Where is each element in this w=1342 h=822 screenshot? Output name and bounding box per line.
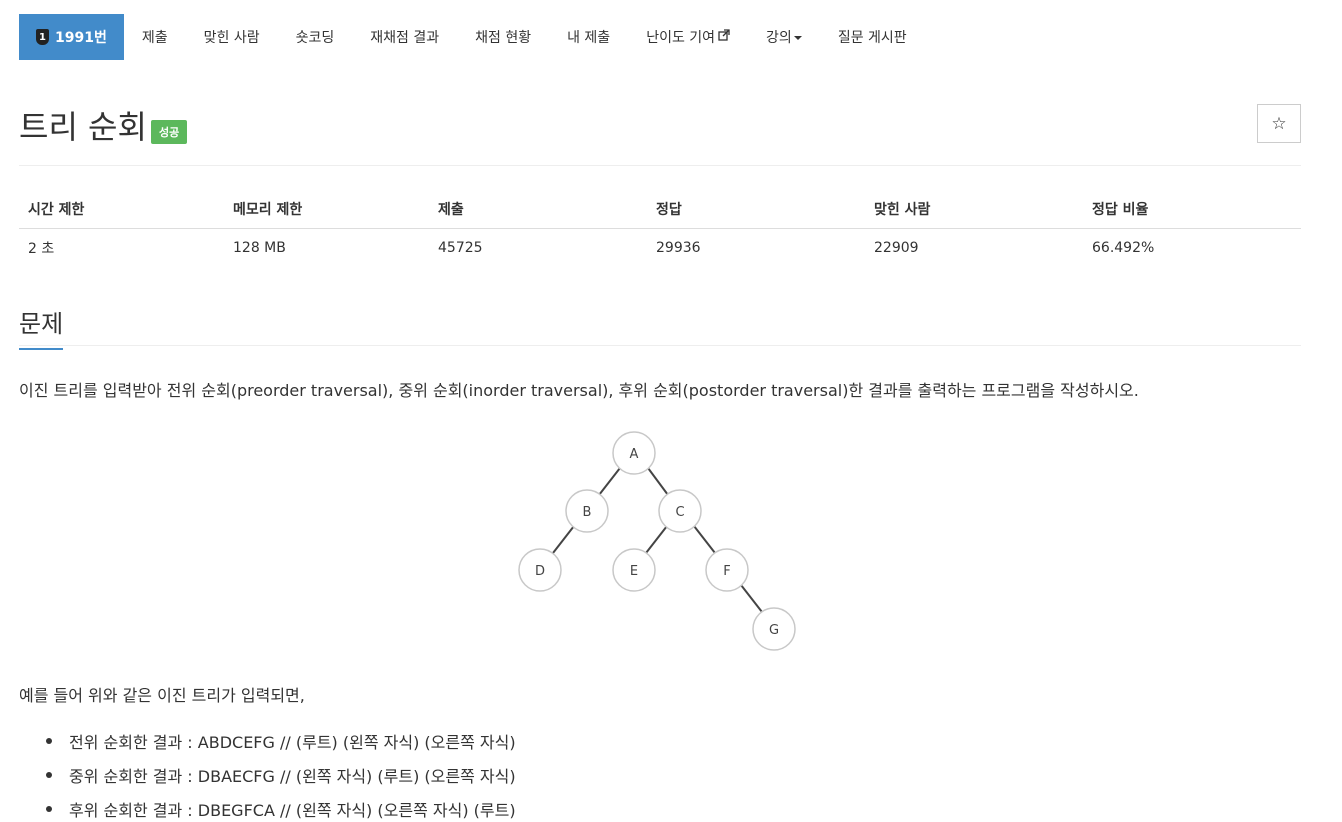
- page-title: 트리 순회: [19, 108, 147, 146]
- tab-solved-users[interactable]: 맞힌 사람: [186, 14, 278, 60]
- status-badge: 성공: [151, 120, 188, 144]
- tab-my-submissions-label: 내 제출: [567, 30, 611, 46]
- tab-solved-users-label: 맞힌 사람: [203, 30, 260, 46]
- tree-node-e: E: [612, 548, 656, 592]
- header-submissions: 제출: [429, 190, 647, 229]
- tab-problem-label: 1991번: [55, 30, 107, 46]
- tree-node-f: F: [705, 548, 749, 592]
- header-solved-users: 맞힌 사람: [865, 190, 1083, 229]
- tab-question-board-label: 질문 게시판: [837, 30, 907, 46]
- problem-nav-tabs: 1 1991번 제출 맞힌 사람 숏코딩 재채점 결과 채점 현황 내 제출 난…: [19, 14, 925, 60]
- value-submissions: 45725: [438, 240, 483, 257]
- tab-question-board[interactable]: 질문 게시판: [820, 14, 925, 60]
- edge-a-c: [647, 467, 669, 496]
- postorder-result: 후위 순회한 결과 : DBEGFCA // (왼쪽 자식) (오른쪽 자식) …: [69, 801, 516, 820]
- binary-tree-figure: A B C D E F G: [518, 431, 796, 651]
- tab-difficulty-contribution-label: 난이도 기여: [646, 30, 716, 46]
- table-row: 2 초 128 MB 45725 29936 22909 66.492%: [19, 228, 1301, 268]
- header-memory-limit: 메모리 제한: [224, 190, 429, 229]
- svg-text:E: E: [630, 564, 638, 579]
- tree-node-c: C: [658, 489, 702, 533]
- tab-difficulty-contribution[interactable]: 난이도 기여: [628, 14, 748, 60]
- table-header-row: 시간 제한 메모리 제한 제출 정답 맞힌 사람 정답 비율: [19, 190, 1301, 229]
- header-accept-ratio: 정답 비율: [1083, 190, 1301, 229]
- tab-judge-status-label: 채점 현황: [475, 30, 532, 46]
- edge-b-d: [552, 525, 575, 554]
- tab-submit-label: 제출: [141, 30, 168, 46]
- edge-a-b: [598, 467, 621, 496]
- value-memory-limit: 128 MB: [233, 240, 286, 257]
- value-time-limit: 2 초: [28, 241, 55, 258]
- example-intro: 예를 들어 위와 같은 이진 트리가 입력되면,: [19, 686, 305, 705]
- edge-c-e: [645, 525, 668, 554]
- svg-text:A: A: [630, 447, 639, 462]
- star-button[interactable]: ☆: [1257, 104, 1301, 143]
- tree-node-d: D: [518, 548, 562, 592]
- star-icon: ☆: [1271, 113, 1287, 133]
- problem-title-row: 트리 순회 성공 ☆: [19, 100, 1301, 166]
- problem-number-icon: 1: [36, 29, 49, 45]
- svg-text:B: B: [583, 505, 592, 520]
- tab-my-submissions[interactable]: 내 제출: [549, 14, 628, 60]
- header-time-limit: 시간 제한: [19, 190, 224, 229]
- value-solved-users: 22909: [874, 240, 919, 257]
- svg-text:D: D: [535, 564, 545, 579]
- edge-f-g: [740, 584, 763, 613]
- svg-text:C: C: [675, 505, 684, 520]
- header-accepted: 정답: [647, 190, 865, 229]
- tree-node-a: A: [612, 431, 656, 475]
- tab-submit[interactable]: 제출: [124, 14, 186, 60]
- tab-problem[interactable]: 1 1991번: [19, 14, 124, 60]
- tab-short-coding[interactable]: 숏코딩: [278, 14, 353, 60]
- svg-text:F: F: [723, 564, 730, 579]
- problem-section-header: 문제: [19, 300, 1301, 350]
- list-item: 후위 순회한 결과 : DBEGFCA // (왼쪽 자식) (오른쪽 자식) …: [40, 792, 516, 822]
- value-accepted: 29936: [656, 240, 701, 257]
- tab-short-coding-label: 숏코딩: [295, 30, 335, 46]
- svg-text:G: G: [769, 623, 779, 638]
- tab-rejudge-results[interactable]: 재채점 결과: [352, 14, 457, 60]
- tab-judge-status[interactable]: 채점 현황: [457, 14, 549, 60]
- problem-info-table: 시간 제한 메모리 제한 제출 정답 맞힌 사람 정답 비율 2 초 128 M…: [19, 190, 1301, 268]
- list-item: 전위 순회한 결과 : ABDCEFG // (루트) (왼쪽 자식) (오른쪽…: [40, 724, 516, 758]
- tab-lectures-label: 강의: [766, 30, 792, 46]
- preorder-result: 전위 순회한 결과 : ABDCEFG // (루트) (왼쪽 자식) (오른쪽…: [69, 733, 516, 752]
- tree-node-b: B: [565, 489, 609, 533]
- tab-lectures[interactable]: 강의: [748, 14, 820, 60]
- list-item: 중위 순회한 결과 : DBAECFG // (왼쪽 자식) (루트) (오른쪽…: [40, 758, 516, 792]
- problem-description: 이진 트리를 입력받아 전위 순회(preorder traversal), 중…: [19, 381, 1139, 400]
- inorder-result: 중위 순회한 결과 : DBAECFG // (왼쪽 자식) (루트) (오른쪽…: [69, 767, 516, 786]
- section-title: 문제: [19, 304, 64, 350]
- tree-node-g: G: [752, 607, 796, 651]
- value-accept-ratio: 66.492%: [1092, 240, 1155, 257]
- edge-c-f: [693, 525, 716, 554]
- tab-rejudge-results-label: 재채점 결과: [370, 30, 440, 46]
- external-link-icon: [718, 29, 730, 45]
- caret-down-icon: [793, 36, 802, 40]
- traversal-result-list: 전위 순회한 결과 : ABDCEFG // (루트) (왼쪽 자식) (오른쪽…: [40, 724, 516, 822]
